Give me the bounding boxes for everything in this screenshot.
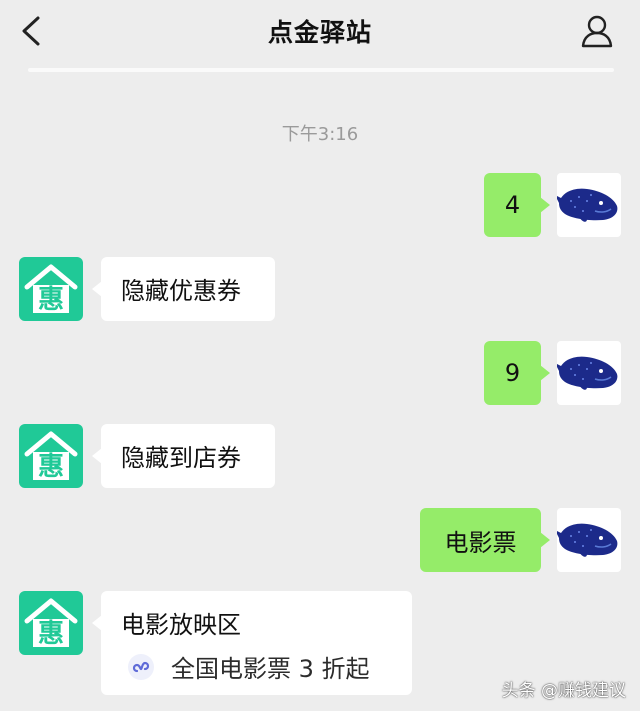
mini-program-title: 全国电影票 3 折起 bbox=[171, 655, 370, 683]
chat-header: 点金驿站 bbox=[0, 0, 640, 62]
bot-avatar[interactable]: 惠 bbox=[19, 424, 83, 488]
house-icon: 惠 bbox=[24, 264, 78, 315]
user-avatar[interactable] bbox=[557, 173, 621, 237]
whale-icon bbox=[557, 356, 618, 390]
sent-message-bubble[interactable]: 9 bbox=[484, 341, 550, 405]
chevron-left-icon[interactable] bbox=[18, 14, 46, 48]
received-message-bubble[interactable]: 隐藏优惠券 bbox=[92, 257, 275, 321]
house-icon: 惠 bbox=[24, 598, 78, 649]
mini-program-icon bbox=[128, 653, 154, 680]
bot-avatar[interactable]: 惠 bbox=[19, 257, 83, 321]
message-timestamp: 下午3:16 bbox=[281, 124, 359, 145]
received-message-bubble[interactable]: 隐藏到店券 bbox=[92, 424, 275, 488]
message-text: 9 bbox=[504, 359, 521, 387]
user-avatar[interactable] bbox=[557, 341, 621, 405]
avatar-glyph: 惠 bbox=[38, 452, 64, 482]
received-message-bubble[interactable]: 电影放映区 全国电影票 3 折起 bbox=[92, 591, 412, 695]
house-icon: 惠 bbox=[24, 431, 78, 482]
message-text: 隐藏优惠券 bbox=[121, 277, 241, 305]
message-text: 隐藏到店券 bbox=[121, 444, 241, 472]
message-text: 电影放映区 bbox=[121, 611, 241, 639]
user-avatar[interactable] bbox=[557, 508, 621, 572]
mini-program-link[interactable]: 全国电影票 3 折起 bbox=[127, 649, 370, 684]
chat-title: 点金驿站 bbox=[267, 18, 372, 47]
avatar-glyph: 惠 bbox=[38, 285, 64, 315]
person-icon[interactable] bbox=[580, 14, 614, 48]
header-divider bbox=[28, 68, 614, 72]
sent-message-bubble[interactable]: 电影票 bbox=[420, 508, 550, 572]
sent-message-bubble[interactable]: 4 bbox=[484, 173, 550, 237]
whale-icon bbox=[557, 188, 618, 222]
whale-icon bbox=[557, 523, 618, 557]
bot-avatar[interactable]: 惠 bbox=[19, 591, 83, 655]
watermark: 头条 @赚钱建议 bbox=[501, 681, 626, 701]
message-text: 电影票 bbox=[444, 528, 517, 557]
avatar-glyph: 惠 bbox=[38, 619, 64, 649]
message-text: 4 bbox=[504, 191, 521, 219]
